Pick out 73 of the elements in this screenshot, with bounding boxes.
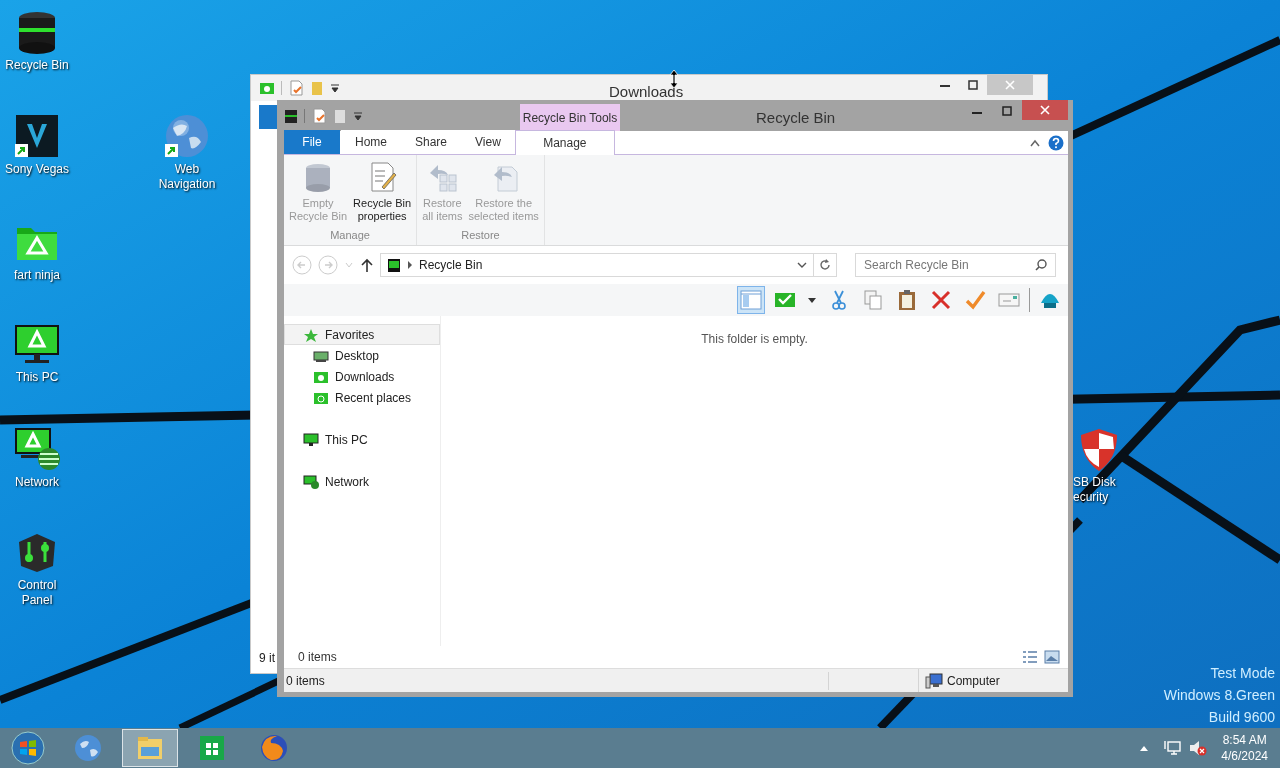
- maximize-icon[interactable]: [1002, 106, 1012, 116]
- video-app-icon[interactable]: [13, 112, 61, 160]
- item-count: 0 items: [298, 649, 337, 666]
- nav-item[interactable]: Recent places: [284, 387, 440, 408]
- icon-label: Network: [15, 475, 59, 490]
- muted-speaker-icon[interactable]: [1189, 740, 1208, 756]
- globe-icon: [73, 733, 103, 763]
- delete-icon: [930, 289, 952, 311]
- search-field[interactable]: Search Recycle Bin: [855, 253, 1056, 277]
- status-text: Computer: [947, 672, 1000, 690]
- icon-label: fart ninja: [14, 268, 60, 283]
- monitor-icon: [303, 431, 319, 448]
- file-menu-tab[interactable]: File: [284, 130, 340, 154]
- icon-label: Sony Vegas: [4, 162, 70, 177]
- context-tab-header: Recycle Bin Tools: [520, 104, 620, 131]
- ribbon-tab[interactable]: Manage: [514, 130, 615, 155]
- properties-icon[interactable]: [288, 80, 304, 96]
- help-icon[interactable]: [1048, 134, 1064, 151]
- refresh-icon[interactable]: [819, 259, 831, 271]
- store-icon: [197, 733, 227, 763]
- icon-label: Control Panel: [17, 578, 57, 608]
- nav-item[interactable]: This PC: [284, 429, 440, 450]
- recycle-bin-icon: [387, 257, 401, 273]
- chevron-icon: [407, 261, 413, 269]
- large-icons-view-icon[interactable]: [1044, 650, 1060, 664]
- paste-icon: [896, 289, 918, 311]
- status-text: 0 items: [284, 671, 829, 690]
- fox-globe-icon: [259, 733, 289, 763]
- caret-icon[interactable]: [353, 110, 363, 121]
- ribbon-button[interactable]: Recycle Bin properties: [351, 161, 414, 227]
- nav-item[interactable]: Network: [284, 471, 440, 492]
- show-hidden-icons-icon[interactable]: [1139, 744, 1150, 752]
- computer-icon: [925, 672, 943, 689]
- window-title: Downloads: [609, 82, 684, 102]
- caret-icon: [808, 297, 816, 303]
- properties-icon[interactable]: [311, 107, 327, 124]
- nav-item[interactable]: Desktop: [284, 345, 440, 366]
- refresh-button[interactable]: [813, 253, 837, 277]
- watermark-text: Windows 8.Green: [1163, 686, 1275, 704]
- collapse-icon[interactable]: [1030, 138, 1040, 147]
- nav-item[interactable]: Downloads: [284, 366, 440, 387]
- group-label: Restore: [460, 227, 501, 243]
- maximize-icon[interactable]: [968, 80, 978, 90]
- caret-icon[interactable]: [797, 261, 807, 269]
- empty-message: This folder is empty.: [701, 331, 808, 348]
- clock[interactable]: 8:54 AM 4/6/2024: [1221, 732, 1268, 764]
- group-label: Manage: [329, 227, 371, 243]
- window-title: Recycle Bin: [756, 108, 836, 128]
- network-icon: [303, 473, 319, 490]
- icon-label: This PC: [15, 370, 59, 385]
- up-arrow-icon[interactable]: [360, 257, 374, 273]
- caret-icon[interactable]: [330, 83, 340, 93]
- address-bar[interactable]: Recycle Bin: [380, 253, 814, 277]
- close-icon[interactable]: [1040, 105, 1050, 115]
- search-icon: [1035, 259, 1047, 271]
- recycle-bin-icon[interactable]: [284, 107, 298, 124]
- status-text: 9 it: [259, 650, 275, 667]
- nav-item[interactable]: Favorites: [284, 324, 440, 345]
- watermark-text: Build 9600: [1208, 708, 1275, 726]
- icon-label: Recycle Bin: [5, 58, 69, 73]
- network-status-icon[interactable]: [1163, 740, 1182, 756]
- details-view-icon[interactable]: [1022, 650, 1038, 664]
- check-icon: [964, 289, 986, 311]
- close-button[interactable]: [1022, 100, 1068, 120]
- taskbar-app-button[interactable]: [122, 729, 178, 767]
- folder-icon[interactable]: [259, 81, 275, 95]
- layout-pane-icon: [740, 290, 762, 310]
- globe-icon[interactable]: [163, 112, 211, 160]
- windows-logo-icon[interactable]: [11, 731, 45, 765]
- network-icon[interactable]: [13, 425, 61, 473]
- watermark-text: Test Mode: [1210, 664, 1275, 682]
- icon-label: Web Navigation: [158, 162, 216, 192]
- copy-icon: [862, 289, 884, 311]
